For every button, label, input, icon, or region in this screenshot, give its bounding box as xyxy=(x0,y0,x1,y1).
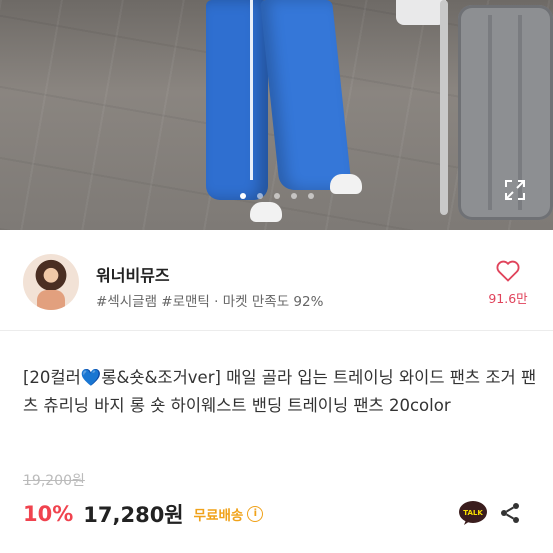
carousel-dot[interactable] xyxy=(307,193,314,199)
info-icon[interactable]: i xyxy=(247,506,264,522)
sale-price: 17,280원 xyxy=(83,503,184,527)
shoe-right xyxy=(330,174,362,194)
heart-icon xyxy=(496,260,520,282)
like-button[interactable]: 91.6만 xyxy=(485,260,531,307)
cart-pole xyxy=(440,0,448,215)
divider xyxy=(0,330,553,331)
avatar-figure xyxy=(37,290,65,310)
pants-stripe xyxy=(250,0,253,180)
expand-icon[interactable] xyxy=(503,178,527,202)
shop-tags: #섹시글램 #로맨틱 · 마켓 만족도 92% xyxy=(96,294,324,310)
shipping-label: 무료배송 xyxy=(193,508,244,524)
suitcase-rib xyxy=(488,15,492,210)
carousel-dot[interactable] xyxy=(273,193,280,199)
shop-name[interactable]: 워너비뮤즈 xyxy=(96,262,170,286)
shop-avatar[interactable] xyxy=(23,254,79,310)
share-icon[interactable] xyxy=(498,501,522,525)
discount-rate: 10% xyxy=(23,502,74,526)
carousel-dot[interactable] xyxy=(290,193,297,199)
blue-heart-icon: 💙 xyxy=(80,368,102,387)
shipping-badge[interactable]: 무료배송 i xyxy=(194,504,264,524)
pants-left-leg xyxy=(206,0,268,200)
shoe-left xyxy=(250,202,282,222)
kakao-talk-icon[interactable]: TALK xyxy=(458,500,488,526)
bag-shape xyxy=(396,0,446,25)
title-prefix: [20컬러 xyxy=(23,368,81,387)
carousel-indicator xyxy=(0,193,553,199)
product-image-carousel[interactable] xyxy=(0,0,553,230)
shop-info-row[interactable]: 워너비뮤즈 #섹시글램 #로맨틱 · 마켓 만족도 92% 91.6만 xyxy=(0,230,553,330)
price-row: 10% 17,280원 무료배송 i xyxy=(23,500,264,528)
original-price: 19,200원 xyxy=(23,473,85,489)
product-title: [20컬러💙롱&숏&조거ver] 매일 골라 입는 트레이닝 와이드 팬츠 조거… xyxy=(23,364,538,420)
carousel-dot[interactable] xyxy=(256,193,263,199)
like-count: 91.6만 xyxy=(488,291,528,306)
talk-label: TALK xyxy=(463,509,483,517)
carousel-dot[interactable] xyxy=(239,193,246,199)
